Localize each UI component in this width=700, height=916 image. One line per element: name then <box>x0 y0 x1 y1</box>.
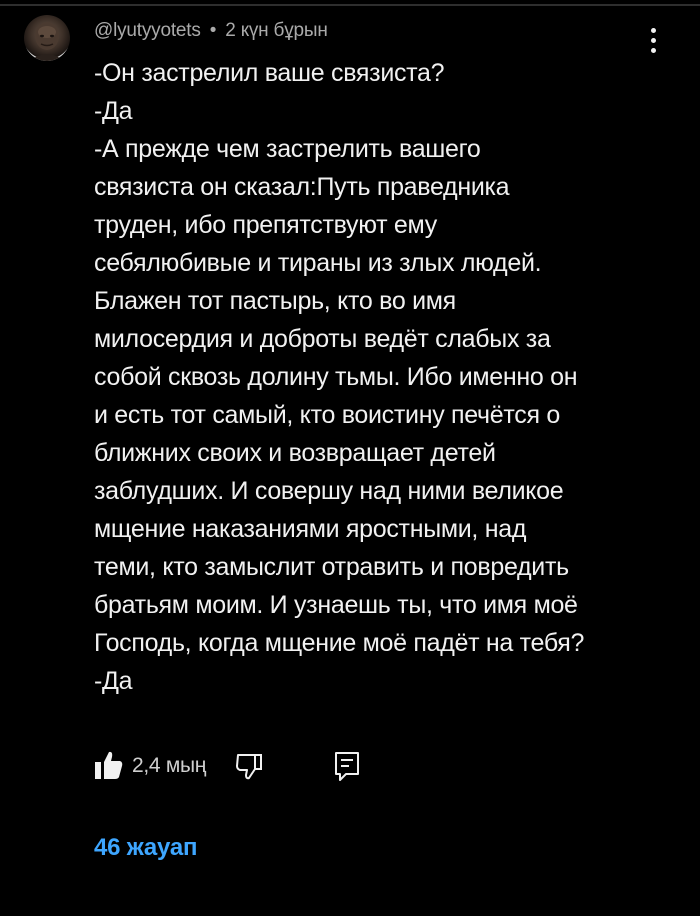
like-count: 2,4 мың <box>132 754 207 777</box>
comment-line: -А прежде чем застрелить вашего <box>94 135 481 163</box>
comment-line: себялюбивые и тираны из злых людей. <box>94 249 542 277</box>
avatar-face-icon <box>30 22 64 61</box>
like-button[interactable] <box>94 748 124 782</box>
view-replies-link[interactable]: 46 жауап <box>94 834 197 862</box>
more-vertical-icon-dot-3 <box>651 48 656 53</box>
comment-line: мщение наказаниями яростными, над <box>94 515 527 543</box>
author-name[interactable]: @lyutyyotets <box>94 20 201 41</box>
thumbs-down-outline-icon <box>236 754 262 780</box>
comment-body: -Он застрелил ваше связиста? -Да -А преж… <box>94 54 684 700</box>
author-avatar[interactable] <box>24 15 70 61</box>
comment-line: братьям моим. И узнаешь ты, что имя моё <box>94 591 578 619</box>
comment-line: -Да <box>94 667 133 695</box>
comment-line: Блажен тот пастырь, кто во имя <box>94 287 456 315</box>
comment-line: связиста он сказал:Путь праведника <box>94 173 510 201</box>
comment-line: -Он застрелил ваше связиста? <box>94 59 445 87</box>
reply-button[interactable] <box>332 750 362 782</box>
comment-line: -Да <box>94 97 133 125</box>
reply-comment-icon <box>335 752 359 781</box>
more-vertical-icon-dot-2 <box>651 38 656 43</box>
more-vertical-icon-dot-1 <box>651 28 656 33</box>
comment-line: собой сквозь долину тьмы. Ибо именно он <box>94 363 578 391</box>
meta-separator: • <box>209 20 217 41</box>
comment-line: труден, ибо препятствуют ему <box>94 211 437 239</box>
comment-timestamp: 2 күн бұрын <box>225 20 328 41</box>
comment-line: и есть тот самый, кто воистину печётся о <box>94 401 560 429</box>
dislike-button[interactable] <box>234 750 264 782</box>
comment-header: @lyutyyotets • 2 күн бұрын <box>94 20 328 42</box>
comment-line: теми, кто замыслит отравить и повредить <box>94 553 569 581</box>
comment-thread: @lyutyyotets • 2 күн бұрын -Он застрелил… <box>0 0 700 916</box>
comment-line: Господь, когда мщение моё падёт на тебя? <box>94 629 585 657</box>
thumbs-up-filled-icon <box>95 751 123 779</box>
comment-line: заблудших. И совершу над ними великое <box>94 477 564 505</box>
comment-line: ближних своих и возвращает детей <box>94 439 496 467</box>
more-options-button[interactable] <box>638 24 668 58</box>
comment-line: милосердия и доброты ведёт слабых за <box>94 325 551 353</box>
